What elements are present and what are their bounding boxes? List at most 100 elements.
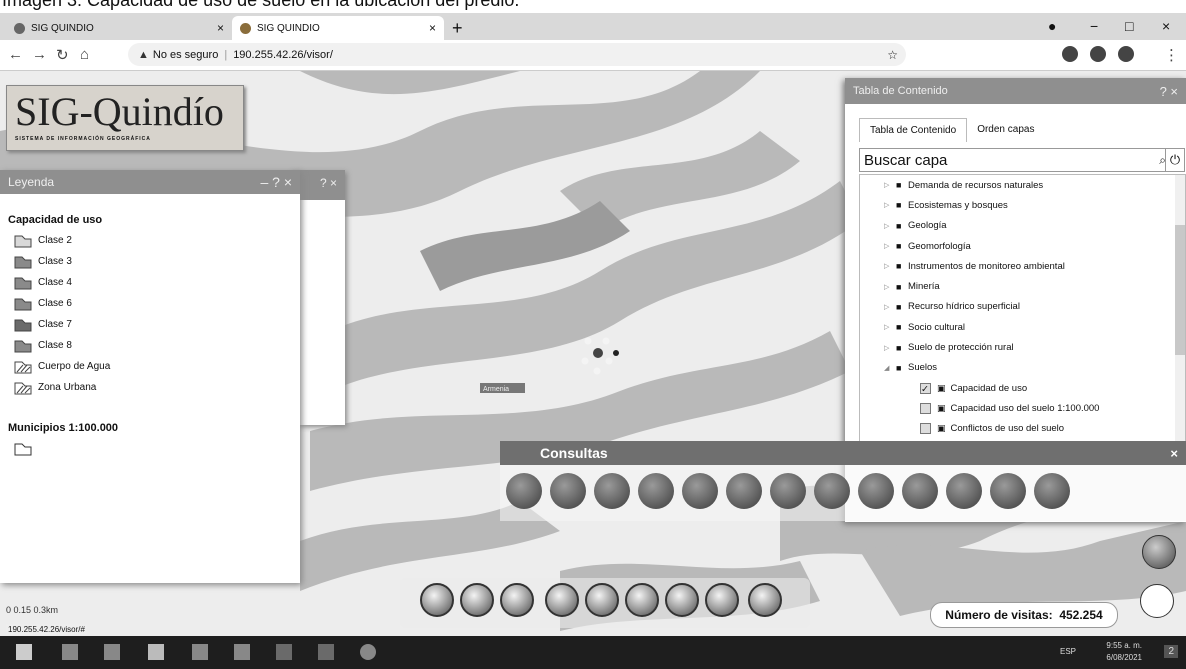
toc-folder[interactable]: ▷ ■ Ecosistemas y bosques bbox=[860, 195, 1185, 215]
toc-layer[interactable]: ▣ Conflictos de uso del suelo bbox=[860, 419, 1185, 439]
scale-bar: 0 0.15 0.3km bbox=[6, 605, 59, 615]
power-icon[interactable]: ⏻ bbox=[1165, 148, 1185, 172]
consulta-tool-button[interactable] bbox=[726, 473, 762, 509]
consulta-tool-button[interactable] bbox=[990, 473, 1026, 509]
toc-tabs: Tabla de Contenido Orden capas bbox=[859, 118, 1186, 142]
expanded-icon[interactable]: ◢ bbox=[884, 364, 896, 372]
close-window-button[interactable]: × bbox=[1162, 18, 1170, 34]
close-tab-icon[interactable]: × bbox=[217, 21, 224, 35]
map-nav-button[interactable] bbox=[545, 583, 579, 617]
toc-header[interactable]: Tabla de Contenido ? × bbox=[845, 78, 1186, 104]
consulta-tool-button[interactable] bbox=[506, 473, 542, 509]
expand-icon[interactable]: ▷ bbox=[884, 323, 896, 331]
new-tab-button[interactable]: + bbox=[452, 18, 463, 39]
minimize-button[interactable]: − bbox=[1090, 18, 1098, 34]
legend-header[interactable]: Leyenda – ? × bbox=[0, 170, 300, 194]
notifications-icon[interactable]: 2 bbox=[1164, 645, 1178, 658]
legend-window-controls[interactable]: – ? × bbox=[260, 174, 292, 190]
toc-folder[interactable]: ▷ ■ Instrumentos de monitoreo ambiental bbox=[860, 256, 1185, 276]
expand-icon[interactable]: ▷ bbox=[884, 201, 896, 209]
toc-folder[interactable]: ▷ ■ Geología bbox=[860, 216, 1185, 236]
close-tab-icon[interactable]: × bbox=[429, 21, 436, 35]
layer-checkbox[interactable] bbox=[920, 402, 931, 414]
scrollbar[interactable] bbox=[1175, 175, 1185, 443]
word-icon[interactable] bbox=[276, 644, 292, 660]
start-icon[interactable] bbox=[16, 644, 32, 660]
map-nav-button[interactable] bbox=[500, 583, 534, 617]
expand-icon[interactable]: ▷ bbox=[884, 242, 896, 250]
toc-folder[interactable]: ▷ ■ Recurso hídrico superficial bbox=[860, 297, 1185, 317]
toc-layer[interactable]: ▣ Capacidad uso del suelo 1:100.000 bbox=[860, 398, 1185, 418]
url-input[interactable]: ▲ No es seguro | 190.255.42.26/visor/ ☆ bbox=[128, 43, 906, 66]
consulta-tool-button[interactable] bbox=[814, 473, 850, 509]
layer-checkbox[interactable]: ✓ bbox=[920, 382, 931, 395]
toc-folder[interactable]: ▷ ■ Geomorfología bbox=[860, 236, 1185, 256]
profile-icon[interactable]: ● bbox=[1048, 18, 1056, 34]
layer-tree: ▷ ■ Demanda de recursos naturales ▷ ■ Ecosist… bbox=[859, 174, 1186, 444]
consulta-tool-button[interactable] bbox=[858, 473, 894, 509]
puzzle-icon[interactable] bbox=[1090, 46, 1106, 62]
maximize-button[interactable]: □ bbox=[1125, 18, 1133, 34]
map-nav-button[interactable] bbox=[625, 583, 659, 617]
legend-swatch-icon bbox=[14, 256, 32, 268]
map-nav-button[interactable] bbox=[585, 583, 619, 617]
toc-folder[interactable]: ◢ ■ Suelos bbox=[860, 358, 1185, 378]
expand-icon[interactable]: ▷ bbox=[884, 181, 896, 189]
expand-icon[interactable]: ▷ bbox=[884, 303, 896, 311]
browser-icon[interactable] bbox=[192, 644, 208, 660]
toc-folder[interactable]: ▷ ■ Minería bbox=[860, 276, 1185, 296]
layer-checkbox[interactable] bbox=[920, 423, 931, 435]
home-icon[interactable]: ⌂ bbox=[80, 46, 89, 63]
extension-icon[interactable] bbox=[1062, 46, 1078, 62]
menu-icon[interactable]: ⋮ bbox=[1164, 46, 1179, 64]
legend-swatch-icon bbox=[14, 340, 32, 352]
expand-icon[interactable]: ▷ bbox=[884, 344, 896, 352]
toc-folder[interactable]: ▷ ■ Suelo de protección rural bbox=[860, 337, 1185, 357]
avatar[interactable] bbox=[1118, 46, 1134, 62]
visibility-toggle-icon[interactable] bbox=[1140, 584, 1174, 618]
excel-icon[interactable] bbox=[318, 644, 334, 660]
language-indicator[interactable]: ESP bbox=[1060, 647, 1076, 656]
scrollbar-thumb[interactable] bbox=[1175, 225, 1185, 355]
legend-item: Clase 7 bbox=[14, 314, 300, 335]
browser-tab[interactable]: SIG QUINDIO × bbox=[6, 16, 232, 40]
expand-icon[interactable]: ▷ bbox=[884, 222, 896, 230]
map-nav-button[interactable] bbox=[420, 583, 454, 617]
close-icon[interactable]: × bbox=[1170, 446, 1178, 461]
map-nav-button[interactable] bbox=[705, 583, 739, 617]
locate-button[interactable] bbox=[1142, 535, 1176, 569]
consulta-tool-button[interactable] bbox=[1034, 473, 1070, 509]
map-nav-button[interactable] bbox=[665, 583, 699, 617]
consulta-tool-button[interactable] bbox=[638, 473, 674, 509]
toc-folder[interactable]: ▷ ■ Demanda de recursos naturales bbox=[860, 175, 1185, 195]
consulta-tool-button[interactable] bbox=[594, 473, 630, 509]
expand-icon[interactable]: ▷ bbox=[884, 262, 896, 270]
folder-icon: ■ bbox=[896, 220, 902, 231]
consulta-tool-button[interactable] bbox=[902, 473, 938, 509]
reload-icon[interactable]: ↻ bbox=[56, 46, 69, 64]
toc-window-controls[interactable]: ? × bbox=[1160, 84, 1178, 99]
toc-layer[interactable]: ✓ ▣ Capacidad de uso bbox=[860, 378, 1185, 398]
consulta-tool-button[interactable] bbox=[946, 473, 982, 509]
map-nav-button[interactable] bbox=[460, 583, 494, 617]
search-icon[interactable] bbox=[62, 644, 78, 660]
expand-icon[interactable]: ▷ bbox=[884, 283, 896, 291]
consulta-tool-button[interactable] bbox=[550, 473, 586, 509]
browser-tab-active[interactable]: SIG QUINDIO × bbox=[232, 16, 444, 40]
mail-icon[interactable] bbox=[234, 644, 250, 660]
consulta-tool-button[interactable] bbox=[770, 473, 806, 509]
task-view-icon[interactable] bbox=[104, 644, 120, 660]
consultas-header[interactable]: Consultas × bbox=[500, 441, 1186, 465]
tab-tabla-de-contenido[interactable]: Tabla de Contenido bbox=[859, 118, 968, 142]
clock[interactable]: 9:55 a. m. 6/08/2021 bbox=[1106, 640, 1142, 664]
chrome-icon[interactable] bbox=[360, 644, 376, 660]
forward-icon[interactable]: → bbox=[32, 46, 47, 63]
back-icon[interactable]: ← bbox=[8, 46, 23, 63]
map-nav-button[interactable] bbox=[748, 583, 782, 617]
star-icon[interactable]: ☆ bbox=[887, 48, 898, 62]
app-icon[interactable] bbox=[148, 644, 164, 660]
consulta-tool-button[interactable] bbox=[682, 473, 718, 509]
tab-orden-capas[interactable]: Orden capas bbox=[967, 118, 1044, 142]
layer-search-input[interactable]: Buscar capa ⌕ bbox=[859, 148, 1171, 172]
toc-folder[interactable]: ▷ ■ Socio cultural bbox=[860, 317, 1185, 337]
